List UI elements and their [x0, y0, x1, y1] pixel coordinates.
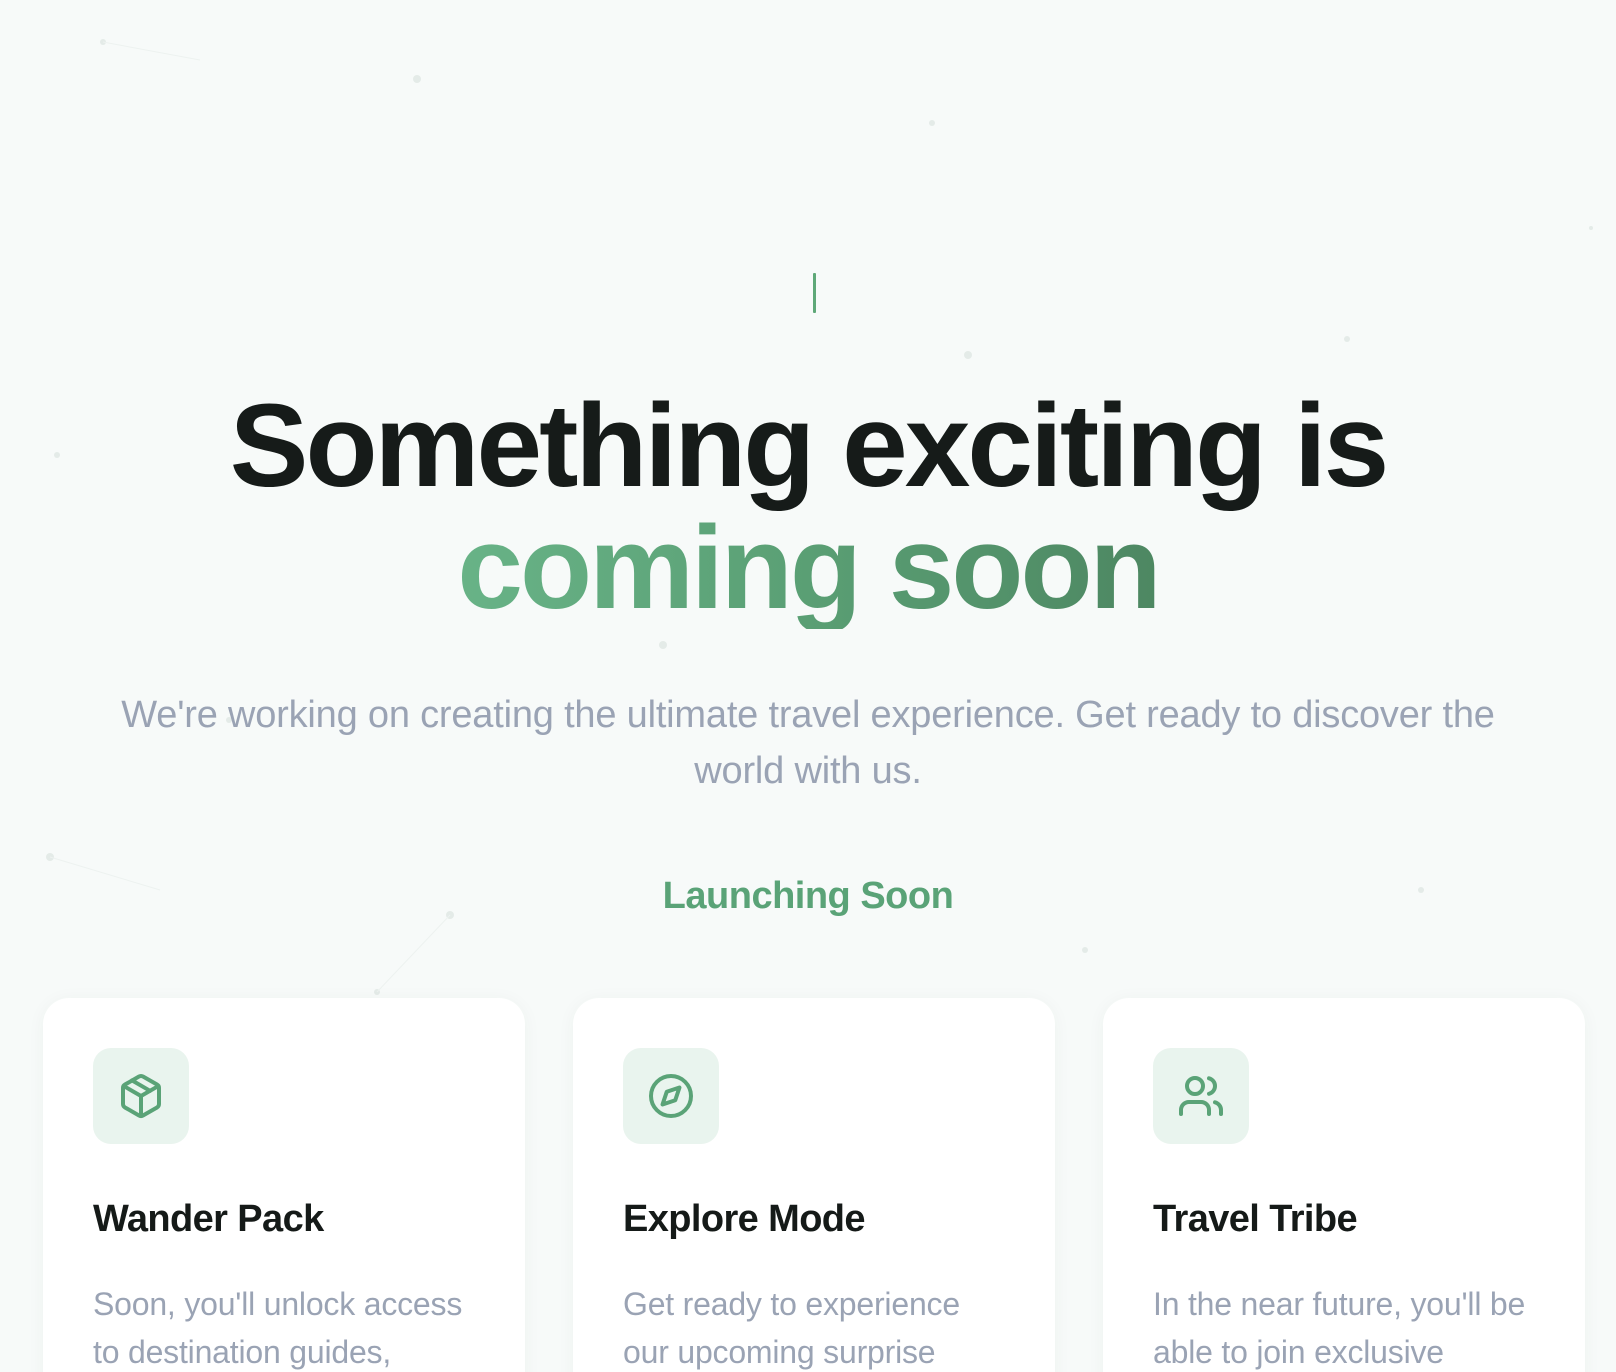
feature-title: Travel Tribe	[1153, 1198, 1358, 1240]
feature-description: Soon, you'll unlock access to destinatio…	[93, 1286, 463, 1370]
compass-icon	[623, 1048, 719, 1144]
package-icon	[93, 1048, 189, 1144]
coming-soon-page: Something exciting is coming soon We're …	[0, 0, 1616, 1372]
headline-line-1: Something exciting is	[229, 380, 1390, 512]
launch-status: Launching Soon	[662, 875, 954, 917]
hero-subtitle: We're working on creating the ultimate t…	[121, 694, 1495, 792]
feature-card-wander-pack: Wander Pack Soon, you'll unlock access t…	[43, 998, 525, 1372]
feature-description: Get ready to experience our upcoming sur…	[623, 1286, 960, 1370]
feature-cards: Wander Pack Soon, you'll unlock access t…	[43, 998, 1585, 1372]
feature-description: In the near future, you'll be able to jo…	[1153, 1286, 1526, 1370]
blinking-cursor	[813, 273, 816, 313]
feature-title: Explore Mode	[623, 1198, 866, 1240]
headline: Something exciting is coming soon	[0, 385, 1616, 629]
hero-section: Something exciting is coming soon We're …	[0, 385, 1616, 918]
users-icon	[1153, 1048, 1249, 1144]
feature-title: Wander Pack	[93, 1198, 324, 1240]
headline-accent: coming soon	[457, 502, 1161, 634]
feature-card-explore-mode: Explore Mode Get ready to experience our…	[573, 998, 1055, 1372]
feature-card-travel-tribe: Travel Tribe In the near future, you'll …	[1103, 998, 1585, 1372]
